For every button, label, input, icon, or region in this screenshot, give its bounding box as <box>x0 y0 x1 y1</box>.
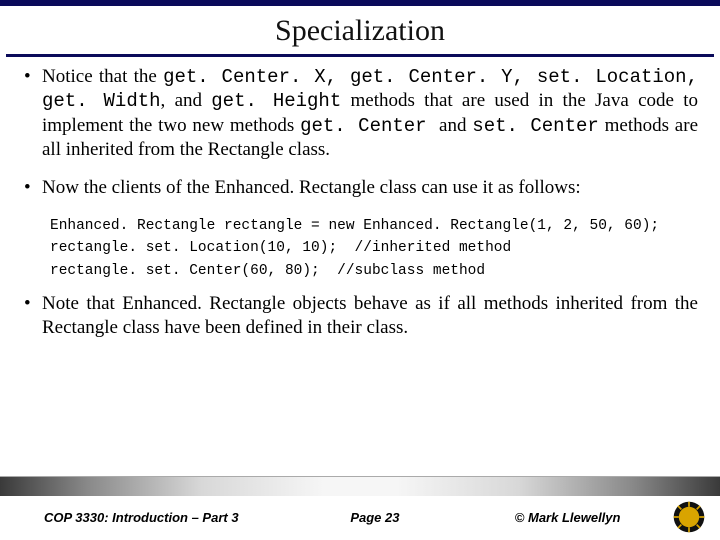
footer-page: Page 23 <box>239 510 472 525</box>
text: , and <box>161 90 212 111</box>
slide-content: Notice that the get. Center. X, get. Cen… <box>0 65 720 476</box>
gradient-bar <box>0 476 720 496</box>
slide: Specialization Notice that the get. Cent… <box>0 0 720 540</box>
text: and <box>439 115 472 136</box>
footer-wrap: COP 3330: Introduction – Part 3 Page 23 … <box>0 476 720 540</box>
bullet-list-2: Note that Enhanced. Rectangle objects be… <box>22 292 698 341</box>
bullet-3: Note that Enhanced. Rectangle objects be… <box>22 292 698 341</box>
footer: COP 3330: Introduction – Part 3 Page 23 … <box>0 496 720 540</box>
code-line: rectangle. set. Location(10, 10); //inhe… <box>50 237 698 259</box>
bullet-1: Notice that the get. Center. X, get. Cen… <box>22 65 698 162</box>
code-line: Enhanced. Rectangle rectangle = new Enha… <box>50 215 698 237</box>
code-inline: get. Center. X, <box>163 66 350 88</box>
code-inline: set. Location, <box>537 66 698 88</box>
bullet-list: Notice that the get. Center. X, get. Cen… <box>22 65 698 201</box>
text: Notice that the <box>42 66 163 87</box>
code-inline: set. Center <box>472 115 599 137</box>
code-inline: get. Width <box>42 90 161 112</box>
ucf-logo-icon <box>672 500 706 534</box>
code-inline: get. Center. Y, <box>350 66 537 88</box>
code-inline: get. Center <box>300 115 439 137</box>
title-underline <box>6 54 714 57</box>
bullet-2: Now the clients of the Enhanced. Rectang… <box>22 176 698 200</box>
footer-author: © Mark Llewellyn <box>471 510 664 525</box>
slide-title: Specialization <box>0 6 720 54</box>
code-line: rectangle. set. Center(60, 80); //subcla… <box>50 260 698 282</box>
footer-course: COP 3330: Introduction – Part 3 <box>44 510 239 525</box>
code-block: Enhanced. Rectangle rectangle = new Enha… <box>50 215 698 282</box>
code-inline: get. Height <box>211 90 341 112</box>
